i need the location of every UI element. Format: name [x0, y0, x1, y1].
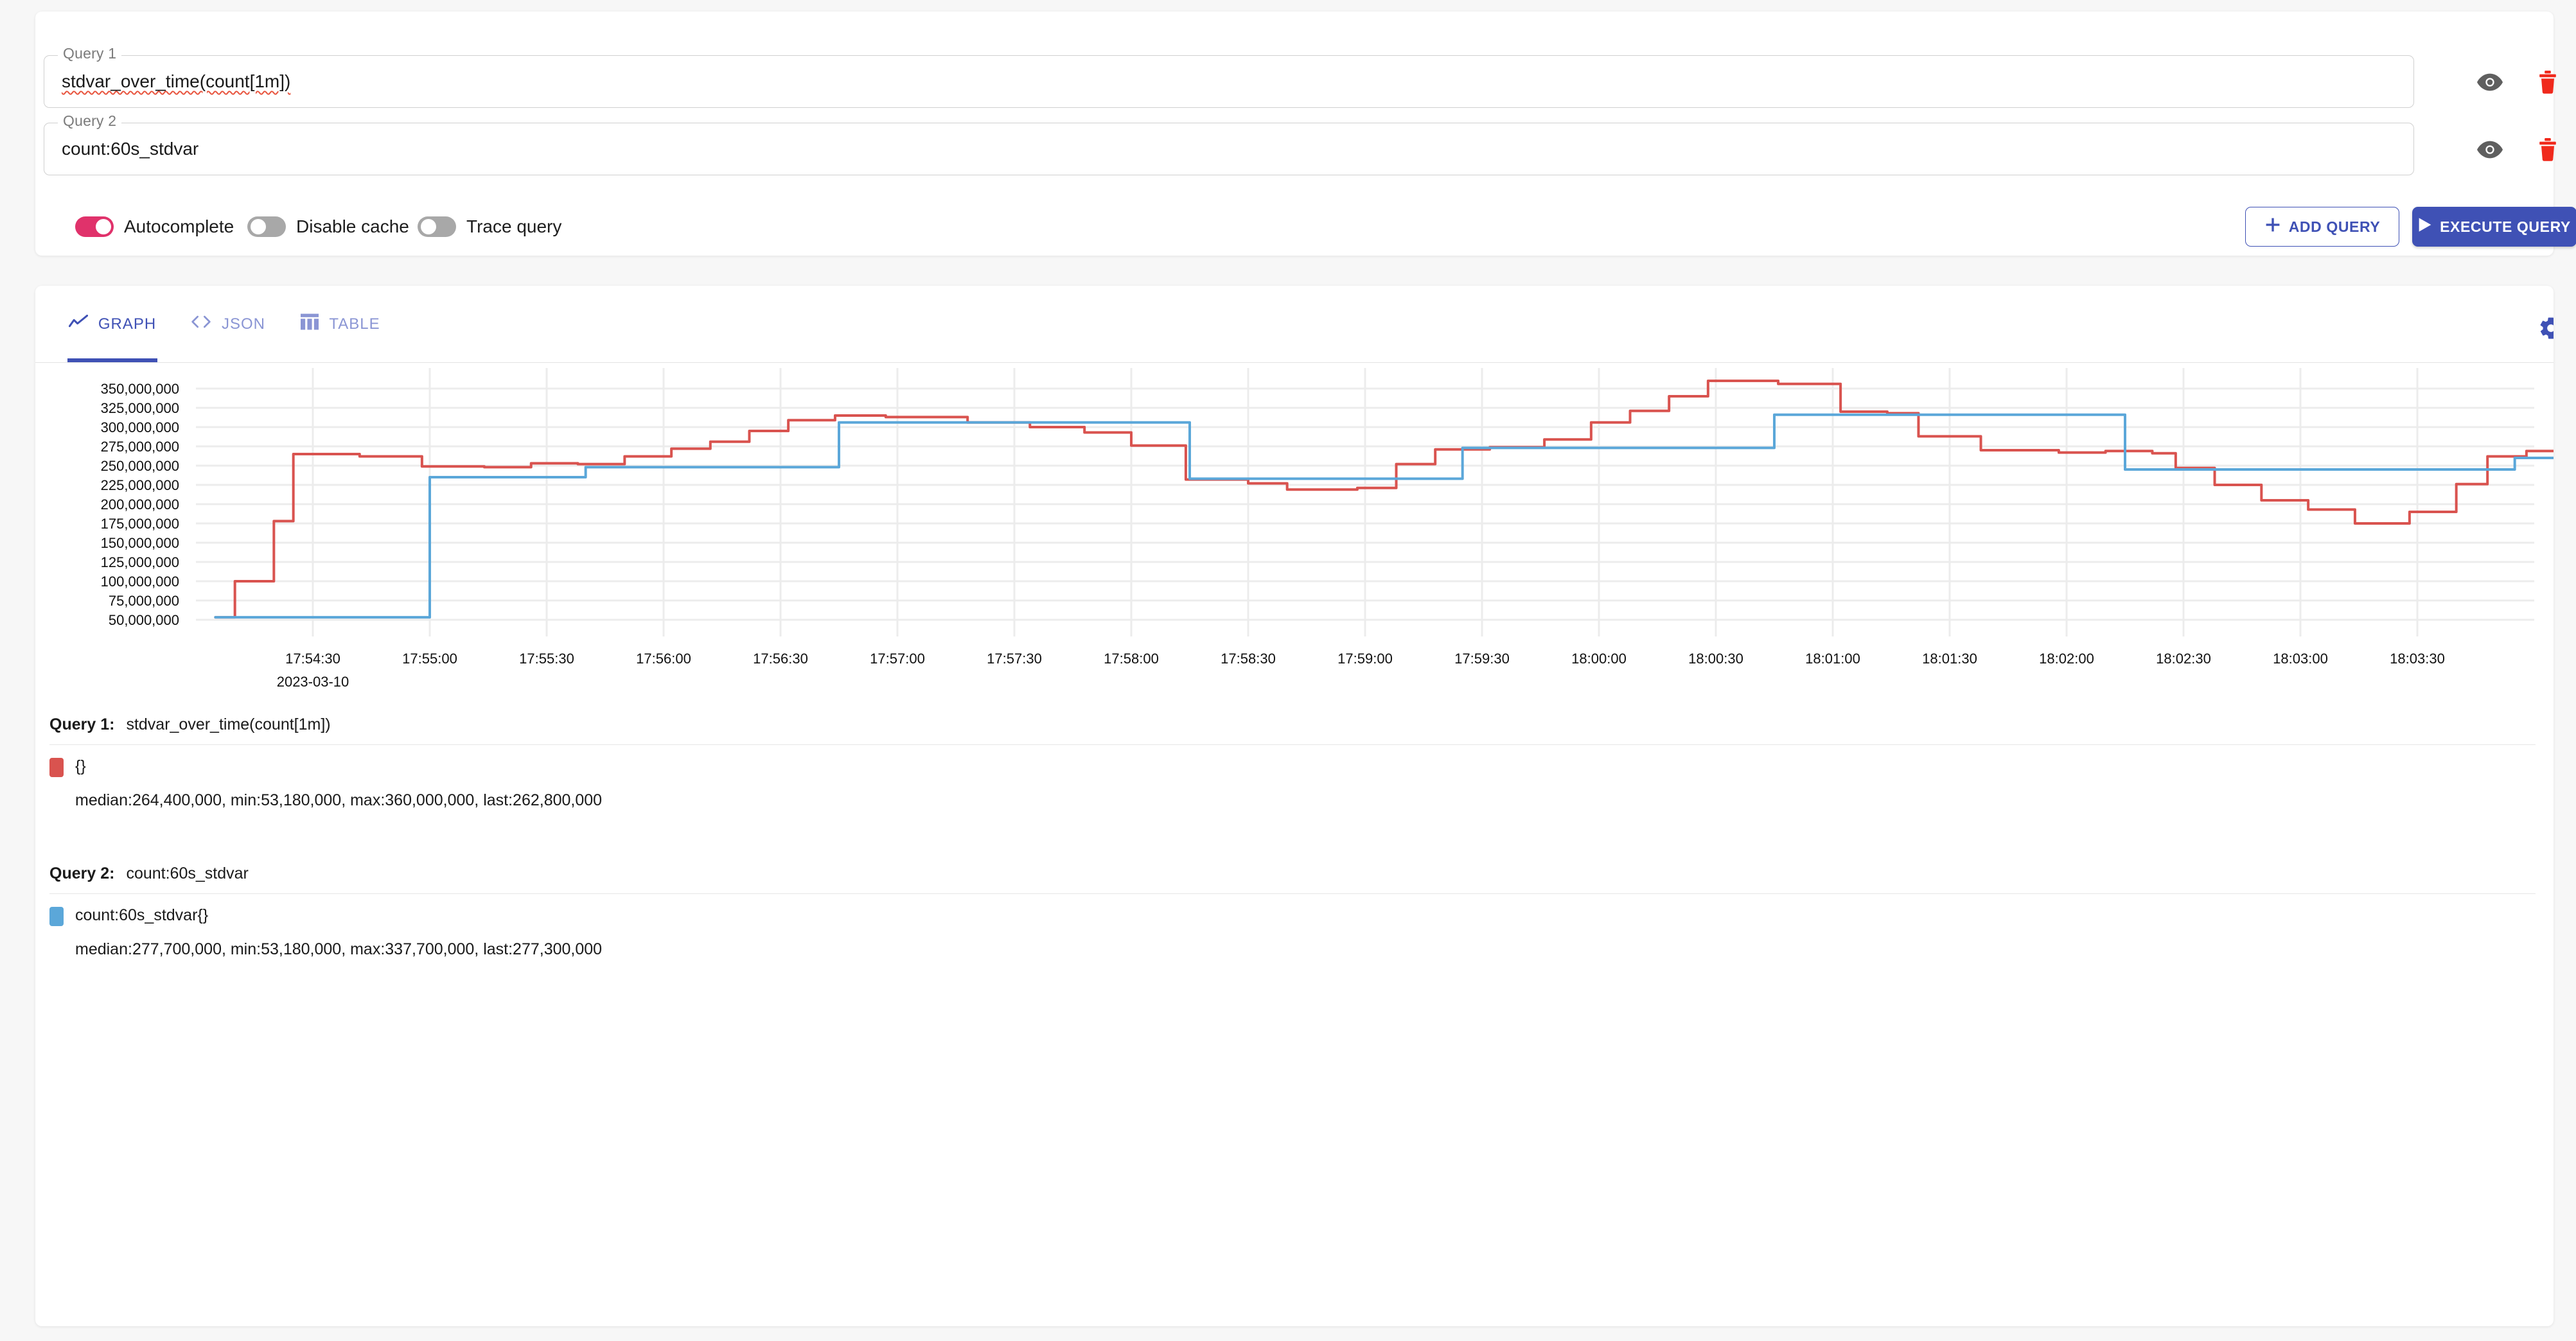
trace-query-switch[interactable] [418, 216, 456, 237]
code-brackets-icon [191, 315, 211, 333]
eye-icon[interactable] [2473, 66, 2507, 99]
tab-graph[interactable]: GRAPH [67, 286, 157, 362]
query-row-1: Query 1 stdvar_over_time(count[1m]) [35, 45, 2556, 117]
autocomplete-toggle[interactable]: Autocomplete [75, 211, 234, 243]
y-axis-tick-label: 325,000,000 [101, 400, 179, 416]
x-axis-tick-label: 18:00:00 [1571, 651, 1627, 667]
legend-head-1: Query 1: stdvar_over_time(count[1m]) [35, 710, 2554, 739]
time-series-chart: 50,000,000 75,000,000 100,000,000 125,000,0… [101, 368, 2554, 690]
x-axis-tick-label: 17:56:00 [636, 651, 691, 667]
disable-cache-toggle[interactable]: Disable cache [247, 211, 409, 243]
switch-knob [421, 219, 436, 234]
eye-icon[interactable] [2473, 133, 2507, 166]
results-tabs: GRAPH JSON TABLE [35, 286, 2554, 363]
switch-knob [96, 219, 111, 234]
series-name-1: {} [75, 757, 86, 775]
query-2-input[interactable]: count:60s_stdvar [62, 123, 2401, 175]
x-axis-tick-label: 17:59:00 [1337, 651, 1393, 667]
x-axis-tick-label: 17:55:00 [402, 651, 457, 667]
x-axis-tick-label: 17:57:30 [987, 651, 1042, 667]
trash-icon[interactable] [2531, 64, 2564, 100]
gear-icon[interactable] [2534, 311, 2554, 345]
x-axis-tick-label: 17:58:00 [1104, 651, 1159, 667]
plus-icon [2264, 216, 2281, 237]
line-chart-icon [68, 314, 88, 333]
x-axis-tick-label: 18:01:30 [1922, 651, 1977, 667]
series-color-swatch [49, 758, 64, 777]
tab-json-label: JSON [221, 315, 265, 333]
y-axis-tick-label: 175,000,000 [101, 516, 179, 532]
x-axis-tick-label: 17:58:30 [1221, 651, 1276, 667]
y-axis-tick-label: 125,000,000 [101, 554, 179, 570]
trace-query-toggle[interactable]: Trace query [418, 211, 561, 243]
y-axis-tick-label: 275,000,000 [101, 439, 179, 455]
series-row[interactable]: {} [49, 757, 2554, 777]
series-name-2: count:60s_stdvar{} [75, 906, 209, 924]
x-axis-tick-label: 17:56:30 [753, 651, 808, 667]
query-2-field-wrapper[interactable]: Query 2 count:60s_stdvar [44, 112, 2414, 175]
legend-query-name-1: Query 1: [49, 715, 115, 733]
add-query-label: ADD QUERY [2288, 218, 2381, 235]
autocomplete-label: Autocomplete [124, 216, 234, 236]
tab-json[interactable]: JSON [190, 286, 267, 362]
legend-query-expr-1: stdvar_over_time(count[1m]) [126, 715, 331, 733]
legend-series-1[interactable]: {} median:264,400,000, min:53,180,000, m… [35, 745, 2554, 810]
x-axis-tick-label: 17:55:30 [519, 651, 574, 667]
trace-query-label: Trace query [466, 216, 562, 236]
legend-block-query-2: Query 2: count:60s_stdvar count:60s_stdv… [35, 859, 2554, 959]
query-explorer-page: Query 1 stdvar_over_time(count[1m]) Quer… [0, 0, 2576, 1341]
graph-canvas[interactable]: 50,000,000 75,000,000 100,000,000 125,000,0… [35, 363, 2554, 690]
y-axis-tick-label: 100,000,000 [101, 574, 179, 590]
query-1-input[interactable]: stdvar_over_time(count[1m]) [62, 55, 2401, 108]
x-axis-tick-label: 18:03:30 [2390, 651, 2445, 667]
legend-block-query-1: Query 1: stdvar_over_time(count[1m]) {} … [35, 710, 2554, 810]
y-axis-tick-label: 200,000,000 [101, 496, 179, 513]
trash-icon[interactable] [2531, 132, 2564, 168]
series-line-2 [214, 413, 2554, 619]
tab-graph-label: GRAPH [98, 315, 157, 333]
x-axis-tick-label: 17:59:30 [1454, 651, 1510, 667]
series-row[interactable]: count:60s_stdvar{} [49, 906, 2554, 926]
series-color-swatch [49, 907, 64, 926]
options-row: Autocomplete Disable cache Trace query [35, 198, 2554, 256]
legend-query-name-2: Query 2: [49, 864, 115, 882]
y-axis-tick-label: 350,000,000 [101, 381, 179, 397]
x-axis-tick-label: 18:02:00 [2039, 651, 2094, 667]
autocomplete-switch[interactable] [75, 216, 114, 237]
y-axis-tick-label: 250,000,000 [101, 458, 179, 474]
tab-table[interactable]: TABLE [299, 286, 382, 362]
disable-cache-label: Disable cache [296, 216, 409, 236]
series-stats-1: median:264,400,000, min:53,180,000, max:… [75, 791, 603, 809]
x-axis-tick-label: 18:01:00 [1805, 651, 1860, 667]
query-editor-card: Query 1 stdvar_over_time(count[1m]) Quer… [35, 12, 2576, 256]
y-axis-tick-label: 225,000,000 [101, 477, 179, 493]
y-axis-tick-label: 150,000,000 [101, 535, 179, 551]
add-query-button[interactable]: ADD QUERY [2245, 207, 2399, 247]
y-axis-tick-label: 75,000,000 [109, 593, 179, 609]
switch-knob [251, 219, 266, 234]
legend-query-expr-2: count:60s_stdvar [126, 864, 249, 882]
results-card: GRAPH JSON TABLE 50,000,000 75,000,000 1… [35, 286, 2554, 1326]
table-icon [301, 313, 319, 335]
x-axis-date-label: 2023-03-10 [277, 674, 349, 690]
x-axis-tick-label: 17:54:30 [285, 651, 340, 667]
series-stats-2: median:277,700,000, min:53,180,000, max:… [75, 940, 603, 958]
query-1-field-wrapper[interactable]: Query 1 stdvar_over_time(count[1m]) [44, 45, 2414, 108]
x-axis-tick-label: 18:02:30 [2156, 651, 2211, 667]
execute-query-label: EXECUTE QUERY [2440, 218, 2571, 235]
x-axis-tick-label: 17:57:00 [870, 651, 925, 667]
y-axis-tick-label: 300,000,000 [101, 419, 179, 435]
legend-series-2[interactable]: count:60s_stdvar{} median:277,700,000, m… [35, 894, 2554, 959]
query-row-2: Query 2 count:60s_stdvar [35, 112, 2556, 184]
y-axis-tick-label: 50,000,000 [109, 612, 179, 628]
x-axis-tick-label: 18:00:30 [1688, 651, 1743, 667]
x-axis-tick-label: 18:03:00 [2273, 651, 2328, 667]
legend-head-2: Query 2: count:60s_stdvar [35, 859, 2554, 888]
disable-cache-switch[interactable] [247, 216, 286, 237]
tab-table-label: TABLE [329, 315, 380, 333]
execute-query-button[interactable]: EXECUTE QUERY [2412, 207, 2576, 247]
play-icon [2418, 217, 2432, 236]
